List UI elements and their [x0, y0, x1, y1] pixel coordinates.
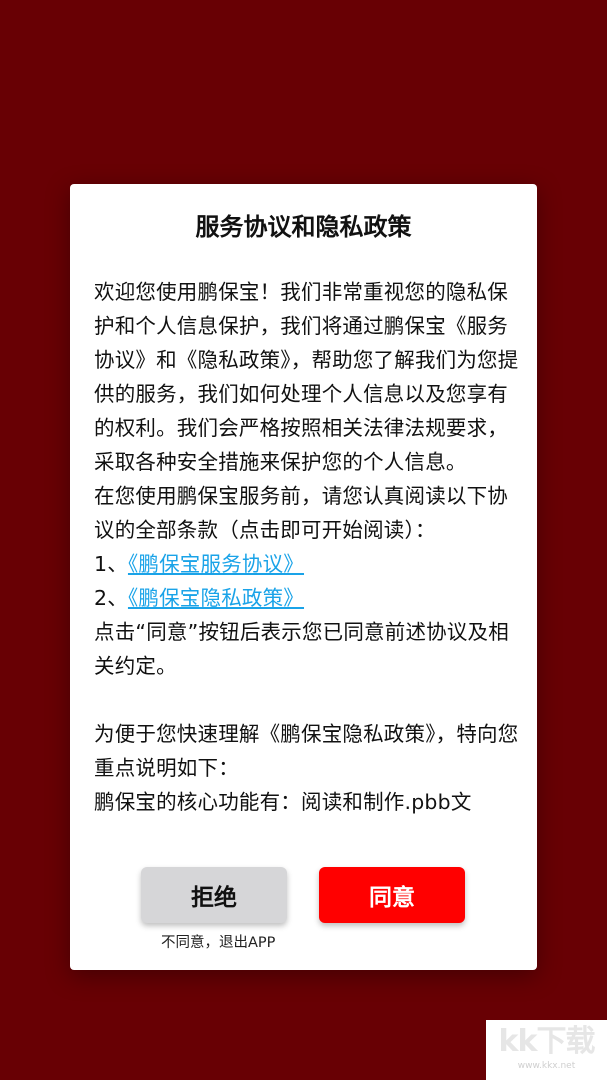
intro-paragraph: 欢迎您使用鹏保宝！我们非常重视您的隐私保护和个人信息保护，我们将通过鹏保宝《服务…	[94, 280, 519, 474]
agreement-content-scroll[interactable]: 欢迎您使用鹏保宝！我们非常重视您的隐私保护和个人信息保护，我们将通过鹏保宝《服务…	[94, 275, 519, 849]
watermark-text: kk下载	[498, 1024, 596, 1059]
summary-intro-paragraph: 为便于您快速理解《鹏保宝隐私政策》，特向您重点说明如下：	[94, 722, 519, 780]
reject-hint-text: 不同意，退出APP	[161, 935, 276, 951]
privacy-policy-link[interactable]: 《鹏保宝隐私政策》	[128, 586, 304, 610]
service-agreement-link[interactable]: 《鹏保宝服务协议》	[128, 552, 304, 576]
watermark-url: www.kkx.net	[517, 1061, 576, 1071]
link-prefix: 2、	[94, 586, 128, 610]
agree-notice-paragraph: 点击“同意”按钮后表示您已同意前述协议及相关约定。	[94, 620, 509, 678]
agreement-dialog: 服务协议和隐私政策 欢迎您使用鹏保宝！我们非常重视您的隐私保护和个人信息保护，我…	[70, 184, 537, 970]
reject-button[interactable]: 拒绝	[141, 867, 287, 923]
link-line-privacy: 2、《鹏保宝隐私政策》	[94, 581, 519, 615]
read-prompt-paragraph: 在您使用鹏保宝服务前，请您认真阅读以下协议的全部条款（点击即可开始阅读）：	[94, 484, 508, 542]
core-features-paragraph: 鹏保宝的核心功能有：阅读和制作.pbb文	[94, 790, 472, 814]
agree-button[interactable]: 同意	[319, 867, 465, 923]
link-line-service: 1、《鹏保宝服务协议》	[94, 547, 519, 581]
watermark-logo: kk下载 www.kkx.net	[486, 1020, 607, 1080]
dialog-title: 服务协议和隐私政策	[195, 213, 412, 241]
link-prefix: 1、	[94, 552, 128, 576]
